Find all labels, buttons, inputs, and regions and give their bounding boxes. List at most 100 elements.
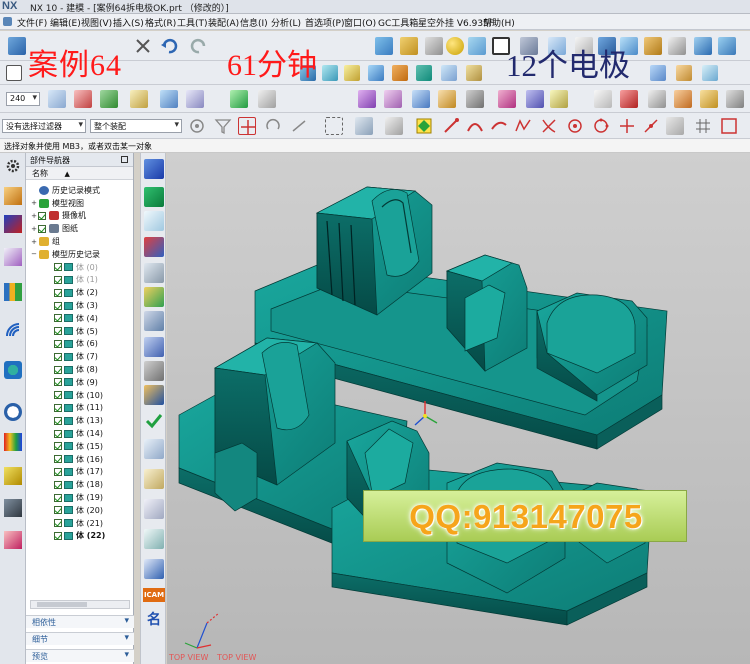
visibility-checkbox[interactable] xyxy=(54,263,62,272)
visibility-checkbox[interactable] xyxy=(54,403,62,412)
details-panel[interactable]: 细节 xyxy=(26,632,134,645)
body-row[interactable]: 体 (21) xyxy=(54,517,103,530)
menu-dropdown-icon[interactable] xyxy=(3,17,12,26)
split-body-icon[interactable] xyxy=(144,237,164,257)
visibility-checkbox[interactable] xyxy=(54,416,62,425)
visibility-checkbox[interactable] xyxy=(54,467,62,476)
system-materials-icon[interactable] xyxy=(4,433,22,451)
solid-icon[interactable] xyxy=(385,117,403,135)
body-row[interactable]: 体 (18) xyxy=(54,478,103,491)
zoom-icon[interactable] xyxy=(526,90,544,108)
orient-icon[interactable] xyxy=(620,90,638,108)
visibility-checkbox[interactable] xyxy=(54,429,62,438)
electrode-icon[interactable] xyxy=(144,311,164,331)
body-row[interactable]: 体 (13) xyxy=(54,414,103,427)
midpoint-icon[interactable] xyxy=(466,117,484,135)
render-icon[interactable] xyxy=(358,90,376,108)
body-row[interactable]: 体 (4) xyxy=(54,312,98,325)
visibility-checkbox[interactable] xyxy=(38,224,46,233)
layer-icon[interactable] xyxy=(48,90,66,108)
history-palette-icon[interactable] xyxy=(4,361,22,379)
component-icon[interactable] xyxy=(355,117,373,135)
menu-help[interactable]: 帮助(H) xyxy=(483,16,515,29)
electrode-set-icon[interactable] xyxy=(144,337,164,357)
curve-point-icon[interactable] xyxy=(490,117,508,135)
menu-preferences[interactable]: 首选项(P) xyxy=(305,16,344,29)
roles-icon[interactable] xyxy=(4,531,22,549)
graphics-viewport[interactable]: TOP VIEW TOP VIEW xyxy=(167,153,750,664)
selection-filter-select[interactable]: 没有选择过滤器 xyxy=(2,119,86,133)
visibility-checkbox[interactable] xyxy=(54,442,62,451)
hierarchy-icon[interactable] xyxy=(144,439,164,459)
measure-icon[interactable] xyxy=(186,90,204,108)
show-hide-icon[interactable] xyxy=(100,90,118,108)
navigator-node[interactable]: − 模型历史记录 xyxy=(30,248,100,261)
analysis-icon[interactable] xyxy=(230,90,248,108)
body-row[interactable]: 体 (2) xyxy=(54,286,98,299)
menu-window[interactable]: 窗口(O) xyxy=(344,16,376,29)
visibility-checkbox[interactable] xyxy=(54,378,62,387)
sync-icon[interactable] xyxy=(702,65,718,81)
menu-assembly[interactable]: 装配(A) xyxy=(208,16,239,29)
refresh-icon[interactable] xyxy=(144,559,164,579)
body-row[interactable]: 体 (8) xyxy=(54,363,98,376)
visibility-checkbox[interactable] xyxy=(54,455,62,464)
trim-body-icon[interactable] xyxy=(144,287,164,307)
expand-toggle-icon[interactable]: + xyxy=(30,199,38,207)
menu-view[interactable]: 视图(V) xyxy=(81,16,112,29)
draft-icon[interactable] xyxy=(644,37,662,55)
visibility-checkbox[interactable] xyxy=(54,275,62,284)
body-row[interactable]: 体 (3) xyxy=(54,299,98,312)
clip-icon[interactable] xyxy=(648,90,666,108)
part-navigator-icon[interactable] xyxy=(4,248,22,266)
body-row[interactable]: 体 (7) xyxy=(54,350,98,363)
body-row[interactable]: 体 (10) xyxy=(54,389,103,402)
studio-icon[interactable] xyxy=(438,90,456,108)
fit-icon[interactable] xyxy=(498,90,516,108)
edge-icon[interactable] xyxy=(668,37,686,55)
maximize-icon[interactable] xyxy=(121,156,128,163)
visibility-checkbox[interactable] xyxy=(54,314,62,323)
explode-icon[interactable] xyxy=(674,90,692,108)
filter-icon[interactable] xyxy=(214,117,232,135)
point-on-face-icon[interactable] xyxy=(666,117,684,135)
menu-tools[interactable]: 工具(T) xyxy=(177,16,208,29)
settings-icon[interactable] xyxy=(726,90,744,108)
visibility-checkbox[interactable] xyxy=(54,352,62,361)
icam-button[interactable]: ICAM xyxy=(143,588,165,602)
constraint-navigator-icon[interactable] xyxy=(4,215,22,233)
body-row[interactable]: 体 (22) xyxy=(54,530,105,543)
menu-gc-toolbox[interactable]: GC工具箱 xyxy=(378,16,418,29)
hole-icon[interactable] xyxy=(368,65,384,81)
preview-panel[interactable]: 预览 xyxy=(26,649,134,662)
expand-toggle-icon[interactable]: + xyxy=(30,212,38,220)
navigator-node[interactable]: + 模型视图 xyxy=(30,197,84,210)
start-icon[interactable] xyxy=(8,37,26,55)
sphere-icon[interactable] xyxy=(446,37,464,55)
datum-icon[interactable] xyxy=(160,90,178,108)
web-browser-icon[interactable] xyxy=(4,321,22,339)
name-tool-icon[interactable]: 名 xyxy=(144,609,164,629)
shaded-icon[interactable] xyxy=(384,90,402,108)
sew-icon[interactable] xyxy=(718,37,736,55)
visibility-checkbox[interactable] xyxy=(54,506,62,515)
rotate-icon[interactable] xyxy=(594,90,612,108)
visibility-checkbox[interactable] xyxy=(54,365,62,374)
point-on-curve-icon[interactable] xyxy=(642,117,660,135)
navigator-node[interactable]: + 图纸 xyxy=(30,222,78,235)
boss-icon[interactable] xyxy=(392,65,408,81)
manufacturing-wizard-icon[interactable] xyxy=(4,499,22,517)
select-box-icon[interactable] xyxy=(6,65,22,81)
existing-point-icon[interactable] xyxy=(618,117,636,135)
menu-format[interactable]: 格式(R) xyxy=(145,16,176,29)
visibility-checkbox[interactable] xyxy=(54,327,62,336)
delete-face-icon[interactable] xyxy=(466,65,482,81)
assembly-navigator-icon[interactable] xyxy=(4,187,22,205)
wcs-icon[interactable] xyxy=(130,90,148,108)
rename-icon[interactable] xyxy=(144,385,164,405)
bom-icon[interactable] xyxy=(144,469,164,489)
thicken-icon[interactable] xyxy=(144,263,164,283)
rect-select-icon[interactable] xyxy=(325,117,343,135)
body-row[interactable]: 体 (15) xyxy=(54,440,103,453)
visibility-checkbox[interactable] xyxy=(54,480,62,489)
